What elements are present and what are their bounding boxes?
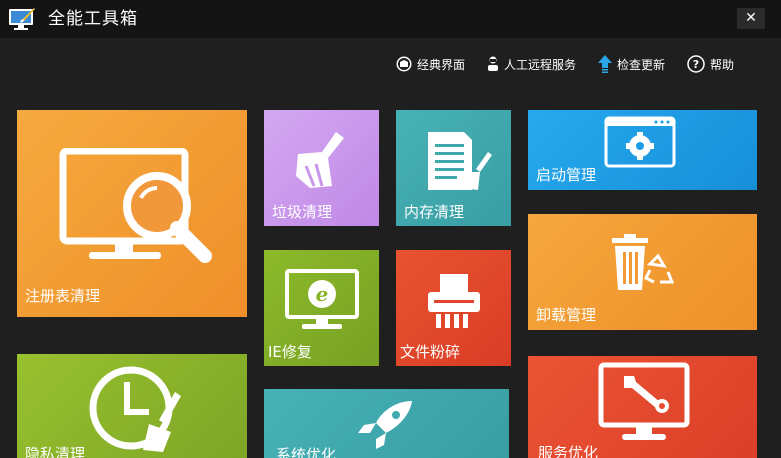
check-update-label: 检查更新 (617, 57, 666, 72)
tile-memory-clean-label: 内存清理 (404, 203, 465, 221)
tile-startup-manage[interactable]: 启动管理 (528, 110, 757, 190)
clock-broom-icon (89, 366, 181, 452)
monitor-search-icon (59, 148, 212, 263)
rocket-icon (358, 401, 412, 449)
tile-service-optimize[interactable]: 服务优化 (528, 356, 757, 458)
close-button[interactable]: ✕ (737, 8, 765, 29)
tile-startup-manage-label: 启动管理 (536, 166, 597, 184)
help-link[interactable]: ? 帮助 (687, 55, 734, 73)
tile-privacy-clean-label: 隐私清理 (25, 445, 86, 458)
tile-ie-repair-label: IE修复 (268, 343, 312, 361)
document-broom-icon (428, 132, 492, 190)
title-bar: 全能工具箱 ✕ (0, 0, 781, 38)
classic-view-icon (396, 56, 412, 72)
tile-junk-clean-label: 垃圾清理 (272, 203, 333, 221)
window-title: 全能工具箱 (48, 9, 138, 29)
monitor-wrench-icon (598, 362, 690, 440)
svg-text:?: ? (693, 58, 699, 71)
tile-ie-repair[interactable]: e IE修复 (264, 250, 379, 366)
tile-junk-clean[interactable]: 垃圾清理 (264, 110, 379, 226)
tile-system-optimize-label: 系统优化 (276, 446, 337, 458)
monitor-brush-icon (9, 8, 35, 30)
help-icon: ? (687, 55, 705, 73)
support-person-icon (488, 56, 499, 71)
broom-icon (296, 132, 344, 188)
tile-system-optimize[interactable]: 系统优化 (264, 389, 509, 458)
recycle-bin-icon (612, 234, 674, 290)
remote-service-link[interactable]: 人工远程服务 (487, 56, 576, 73)
check-update-link[interactable]: 检查更新 (598, 55, 665, 73)
help-label: 帮助 (710, 57, 735, 72)
shredder-icon (428, 274, 480, 328)
tile-privacy-clean[interactable]: 隐私清理 (17, 354, 247, 458)
up-arrow-icon (598, 55, 613, 73)
tile-file-shred[interactable]: 文件粉碎 (396, 250, 511, 366)
tile-registry-clean[interactable]: 注册表清理 (17, 110, 247, 317)
classic-view-label: 经典界面 (417, 57, 466, 72)
window-gear-icon (604, 116, 676, 168)
tile-registry-clean-label: 注册表清理 (25, 287, 101, 305)
tile-uninstall-manage-label: 卸载管理 (536, 306, 597, 324)
svg-text:e: e (316, 282, 329, 306)
tile-uninstall-manage[interactable]: 卸载管理 (528, 214, 757, 330)
monitor-ie-icon: e (285, 269, 359, 329)
classic-view-link[interactable]: 经典界面 (396, 56, 465, 73)
remote-service-label: 人工远程服务 (504, 57, 577, 72)
tile-service-optimize-label: 服务优化 (538, 444, 599, 458)
tile-memory-clean[interactable]: 内存清理 (396, 110, 511, 226)
top-links: 经典界面 人工远程服务 检查更新 ? 帮助 (396, 53, 756, 75)
tile-file-shred-label: 文件粉碎 (400, 343, 461, 361)
